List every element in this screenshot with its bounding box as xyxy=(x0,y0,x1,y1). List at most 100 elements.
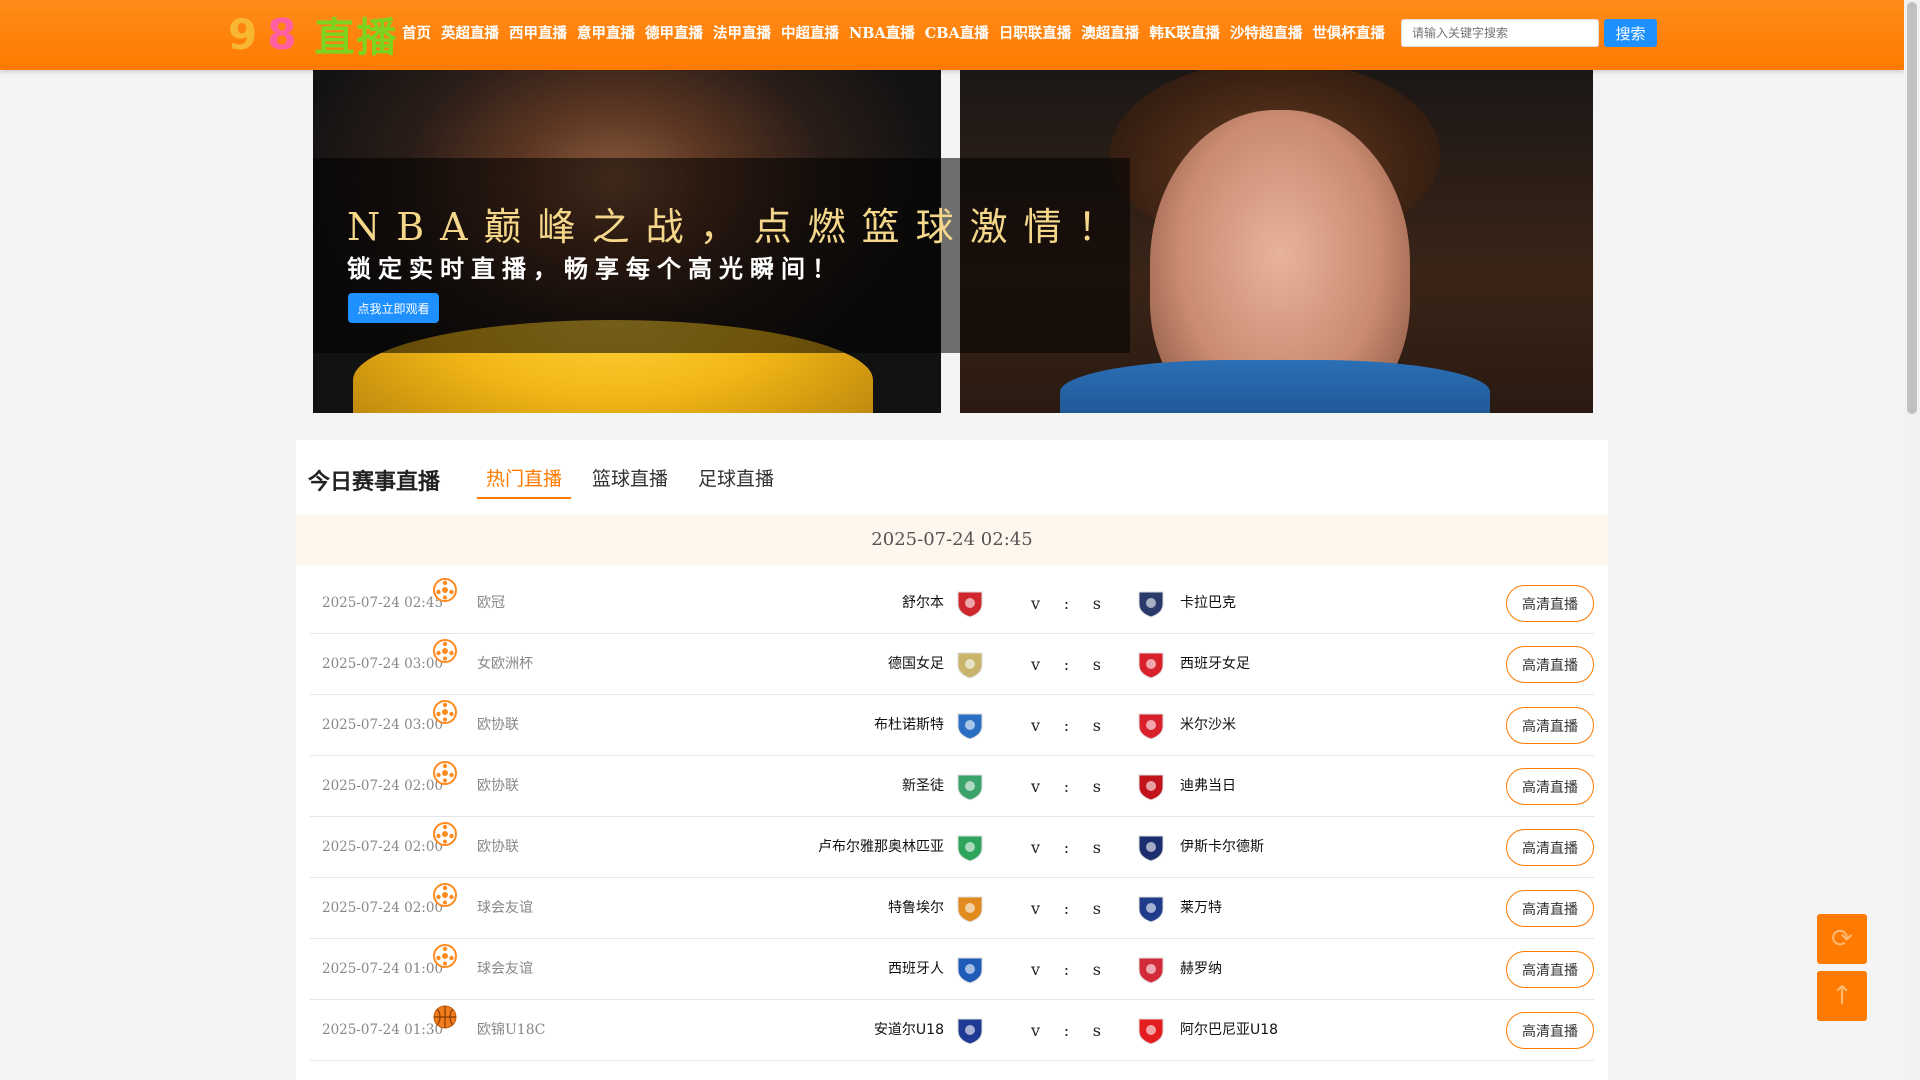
league-name[interactable]: 欧协联 xyxy=(477,817,519,878)
page-scrollbar[interactable] xyxy=(1904,0,1920,1080)
nav-item-0[interactable]: 首页 xyxy=(402,22,431,43)
nav-item-10[interactable]: 澳超直播 xyxy=(1081,22,1139,43)
player-shirt-shape xyxy=(1060,360,1490,413)
nav-item-1[interactable]: 英超直播 xyxy=(441,22,499,43)
home-team-crest-icon xyxy=(955,651,985,679)
table-row[interactable]: 2025-07-24 03:00 女欧洲杯 德国女足 v: s 西班牙女足 高清直播 xyxy=(310,634,1594,695)
football-icon xyxy=(433,700,457,724)
table-row[interactable]: 2025-07-24 01:00 球会友谊 西班牙人 v: s 赫罗纳 高清直播 xyxy=(310,939,1594,1000)
score-sep: : xyxy=(1063,1021,1070,1040)
watch-now-button[interactable]: 点我立即观看 xyxy=(348,293,439,323)
search-button[interactable]: 搜索 xyxy=(1604,19,1657,47)
hd-live-button[interactable]: 高清直播 xyxy=(1506,1012,1594,1049)
score-sep: : xyxy=(1063,960,1070,979)
away-team-crest-icon xyxy=(1136,956,1166,984)
away-team[interactable]: 迪弗当日 xyxy=(1180,756,1236,817)
nav-item-9[interactable]: 日职联直播 xyxy=(999,22,1072,43)
hd-live-button[interactable]: 高清直播 xyxy=(1506,646,1594,683)
nav-item-3[interactable]: 意甲直播 xyxy=(577,22,635,43)
nav-item-12[interactable]: 沙特超直播 xyxy=(1230,22,1303,43)
table-row[interactable]: 2025-07-24 03:00 欧协联 布杜诺斯特 v: s 米尔沙米 高清直播 xyxy=(310,695,1594,756)
league-name[interactable]: 球会友谊 xyxy=(477,878,533,939)
nav-item-13[interactable]: 世俱杯直播 xyxy=(1312,22,1385,43)
match-tabs: 热门直播 篮球直播 足球直播 xyxy=(477,464,795,499)
score-away: s xyxy=(1092,960,1101,979)
score-away: s xyxy=(1092,716,1101,735)
match-score: v: s xyxy=(1031,634,1101,695)
nav-item-4[interactable]: 德甲直播 xyxy=(645,22,703,43)
league-name[interactable]: 欧锦U18C xyxy=(477,1000,545,1061)
league-name[interactable]: 欧冠 xyxy=(477,573,505,634)
away-team[interactable]: 莱万特 xyxy=(1180,878,1222,939)
table-row[interactable]: 2025-07-24 02:00 欧协联 卢布尔雅那奥林匹亚 v: s 伊斯卡尔德斯 高清直… xyxy=(310,817,1594,878)
match-time: 2025-07-24 02:45 xyxy=(322,595,444,611)
home-team[interactable]: 卢布尔雅那奥林匹亚 xyxy=(818,817,944,878)
home-team[interactable]: 安道尔U18 xyxy=(874,1000,944,1061)
tab-football-live[interactable]: 足球直播 xyxy=(689,464,783,499)
score-home: v xyxy=(1031,838,1041,857)
home-team[interactable]: 德国女足 xyxy=(888,634,944,695)
hd-live-button[interactable]: 高清直播 xyxy=(1506,707,1594,744)
away-team-crest-icon xyxy=(1136,1017,1166,1045)
hd-live-button[interactable]: 高清直播 xyxy=(1506,585,1594,622)
nav-item-7[interactable]: NBA直播 xyxy=(849,22,915,43)
back-to-top-button[interactable]: ↑ xyxy=(1817,971,1867,1021)
table-row[interactable]: 2025-07-24 01:30 欧锦U18C 安道尔U18 v: s 阿尔巴尼亚U18 高… xyxy=(310,1000,1594,1061)
nav-item-6[interactable]: 中超直播 xyxy=(781,22,839,43)
away-team[interactable]: 卡拉巴克 xyxy=(1180,573,1236,634)
score-home: v xyxy=(1031,960,1041,979)
score-home: v xyxy=(1031,899,1041,918)
nav-item-8[interactable]: CBA直播 xyxy=(925,22,989,43)
date-header: 2025-07-24 02:45 xyxy=(296,515,1608,565)
tab-basketball-live[interactable]: 篮球直播 xyxy=(583,464,677,499)
score-sep: : xyxy=(1063,777,1070,796)
away-team[interactable]: 西班牙女足 xyxy=(1180,634,1250,695)
score-sep: : xyxy=(1063,655,1070,674)
score-home: v xyxy=(1031,655,1041,674)
home-team[interactable]: 舒尔本 xyxy=(902,573,944,634)
away-team[interactable]: 赫罗纳 xyxy=(1180,939,1222,1000)
away-team-crest-icon xyxy=(1136,590,1166,618)
table-row[interactable]: 2025-07-24 02:00 球会友谊 特鲁埃尔 v: s 莱万特 高清直播 xyxy=(310,878,1594,939)
football-icon xyxy=(433,883,457,907)
hd-live-button[interactable]: 高清直播 xyxy=(1506,829,1594,866)
home-team[interactable]: 布杜诺斯特 xyxy=(874,695,944,756)
logo-digit-9: 9 xyxy=(228,9,264,59)
site-logo[interactable]: 9 8 直播 xyxy=(228,9,398,62)
home-team-crest-icon xyxy=(955,712,985,740)
home-team[interactable]: 西班牙人 xyxy=(888,939,944,1000)
league-name[interactable]: 欧协联 xyxy=(477,695,519,756)
nav-item-11[interactable]: 韩K联直播 xyxy=(1149,22,1220,43)
away-team[interactable]: 伊斯卡尔德斯 xyxy=(1180,817,1264,878)
home-team-crest-icon xyxy=(955,895,985,923)
hd-live-button[interactable]: 高清直播 xyxy=(1506,890,1594,927)
nav-item-2[interactable]: 西甲直播 xyxy=(509,22,567,43)
refresh-float-button[interactable]: ⟳ xyxy=(1817,914,1867,964)
nav-item-5[interactable]: 法甲直播 xyxy=(713,22,771,43)
score-away: s xyxy=(1092,899,1101,918)
match-time: 2025-07-24 02:00 xyxy=(322,900,444,916)
match-score: v: s xyxy=(1031,878,1101,939)
home-team[interactable]: 新圣徒 xyxy=(902,756,944,817)
league-name[interactable]: 球会友谊 xyxy=(477,939,533,1000)
scrollbar-thumb[interactable] xyxy=(1907,2,1917,414)
away-team[interactable]: 米尔沙米 xyxy=(1180,695,1236,756)
table-row[interactable]: 2025-07-24 02:45 欧冠 舒尔本 v: s 卡拉巴克 高清直播 xyxy=(310,573,1594,634)
today-matches-panel: 今日赛事直播 热门直播 篮球直播 足球直播 2025-07-24 02:45 2… xyxy=(296,440,1608,1080)
league-name[interactable]: 欧协联 xyxy=(477,756,519,817)
home-team-crest-icon xyxy=(955,773,985,801)
away-team[interactable]: 阿尔巴尼亚U18 xyxy=(1180,1000,1278,1061)
tab-hot-live[interactable]: 热门直播 xyxy=(477,464,572,499)
match-time: 2025-07-24 02:00 xyxy=(322,778,444,794)
banner-headline: NBA巅峰之战，点燃篮球激情！ xyxy=(347,205,1132,249)
search-input[interactable] xyxy=(1401,19,1599,47)
match-score: v: s xyxy=(1031,817,1101,878)
table-row[interactable]: 2025-07-24 02:00 欧协联 新圣徒 v: s 迪弗当日 高清直播 xyxy=(310,756,1594,817)
hd-live-button[interactable]: 高清直播 xyxy=(1506,768,1594,805)
home-team[interactable]: 特鲁埃尔 xyxy=(888,878,944,939)
hd-live-button[interactable]: 高清直播 xyxy=(1506,951,1594,988)
league-name[interactable]: 女欧洲杯 xyxy=(477,634,533,695)
score-sep: : xyxy=(1063,594,1070,613)
football-icon xyxy=(433,761,457,785)
refresh-icon: ⟳ xyxy=(1831,924,1853,954)
